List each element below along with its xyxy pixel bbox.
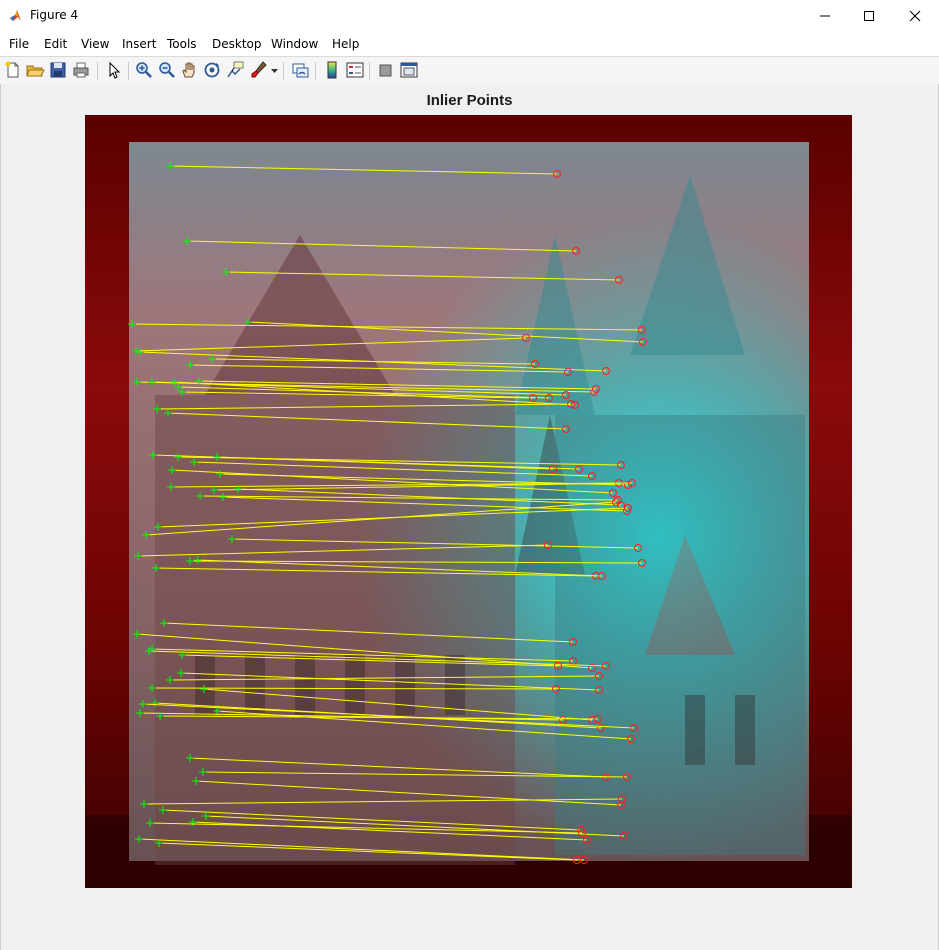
zoom-out-icon	[159, 62, 175, 78]
inlier-points-plot[interactable]	[85, 115, 852, 888]
menu-window[interactable]: Window	[271, 37, 318, 51]
hide-plot-tools-button[interactable]	[376, 60, 396, 80]
toolbar-separator	[97, 62, 98, 80]
brush-icon	[251, 61, 267, 78]
zoom-out-button[interactable]	[157, 60, 177, 80]
toolbar-separator	[128, 62, 129, 80]
zoom-in-icon	[136, 62, 152, 78]
maximize-button[interactable]	[846, 0, 892, 32]
minimize-icon	[820, 15, 830, 17]
menu-tools[interactable]: Tools	[167, 37, 197, 51]
menu-file[interactable]: File	[9, 37, 29, 51]
hide-plot-tools-icon	[379, 64, 392, 77]
close-icon	[909, 10, 921, 22]
menu-bar: File Edit View Insert Tools Desktop Wind…	[0, 32, 939, 78]
save-icon	[50, 62, 66, 78]
rotate-3d-icon	[204, 62, 220, 78]
data-cursor-button[interactable]	[225, 60, 245, 80]
new-figure-button[interactable]	[3, 60, 23, 80]
menu-desktop[interactable]: Desktop	[212, 37, 262, 51]
edit-plot-arrow-icon	[109, 61, 121, 79]
matlab-logo-icon	[10, 10, 21, 21]
brush-dropdown-icon[interactable]	[271, 69, 278, 74]
menu-help[interactable]: Help	[332, 37, 359, 51]
brush-button[interactable]	[249, 60, 269, 80]
open-file-icon	[26, 65, 45, 77]
colorbar-button[interactable]	[322, 60, 342, 80]
save-button[interactable]	[48, 60, 68, 80]
colorbar-icon	[327, 61, 337, 79]
menu-view[interactable]: View	[81, 37, 109, 51]
show-plot-tools-button[interactable]	[399, 60, 419, 80]
rotate-3d-button[interactable]	[202, 60, 222, 80]
data-cursor-icon	[227, 61, 244, 78]
pan-hand-icon	[182, 62, 195, 78]
pan-button[interactable]	[179, 60, 199, 80]
zoom-in-button[interactable]	[134, 60, 154, 80]
link-plot-button[interactable]	[290, 60, 310, 80]
legend-icon	[346, 62, 364, 78]
print-icon	[73, 62, 89, 78]
edit-plot-button[interactable]	[104, 60, 124, 80]
link-plot-icon	[292, 63, 309, 78]
menu-insert[interactable]: Insert	[122, 37, 156, 51]
print-button[interactable]	[71, 60, 91, 80]
minimize-button[interactable]	[802, 0, 848, 32]
window-title: Figure 4	[30, 8, 79, 22]
open-file-button[interactable]	[25, 60, 45, 80]
toolbar-separator	[283, 62, 284, 80]
toolbar-separator	[369, 62, 370, 80]
axes-title: Inlier Points	[426, 92, 513, 109]
menu-edit[interactable]: Edit	[44, 37, 67, 51]
figure-toolbar	[0, 56, 939, 85]
maximize-icon	[864, 11, 874, 21]
legend-button[interactable]	[345, 60, 365, 80]
close-button[interactable]	[892, 0, 938, 32]
toolbar-separator	[315, 62, 316, 80]
window-titlebar: Figure 4	[0, 0, 939, 32]
show-plot-tools-icon	[400, 62, 418, 78]
new-figure-icon	[5, 61, 19, 78]
